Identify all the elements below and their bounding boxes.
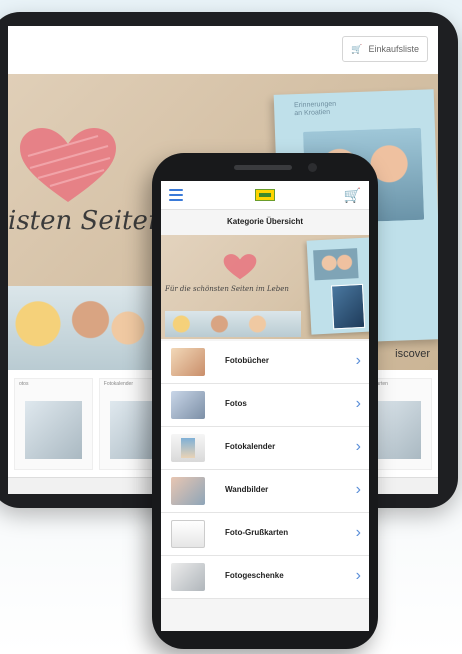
photos-thumbnail [171, 391, 205, 419]
photobook-thumbnail [171, 348, 205, 376]
chevron-right-icon: › [355, 481, 361, 498]
category-label: Fotokalender [225, 442, 276, 451]
phone-hero-banner[interactable]: Für die schönsten Seiten im Leben [161, 235, 369, 339]
category-label: Wandbilder [225, 485, 269, 494]
family-photos [165, 311, 301, 337]
chevron-right-icon: › [355, 567, 361, 584]
wall-art-thumbnail [171, 477, 205, 505]
photo-album-image [306, 237, 369, 335]
album-title: Erinnerungen an Kroatien [293, 100, 337, 118]
category-label: Foto-Grußkarten [225, 528, 289, 537]
category-list: Fotobücher › Fotos › Fotokalender › Wand… [161, 341, 369, 599]
phone-screen: 🛒 Kategorie Übersicht Für die schönsten … [161, 181, 369, 631]
category-item-wandbilder[interactable]: Wandbilder › [161, 470, 369, 513]
chevron-right-icon: › [355, 352, 361, 369]
discover-text: iscover [395, 348, 430, 360]
tablet-top-bar: 🛒 Einkaufsliste [8, 26, 438, 75]
banner-headline: Für die schönsten Seiten im Leben [165, 285, 289, 293]
photo-gift-thumbnail [171, 563, 205, 591]
category-item-foto-grusskarten[interactable]: Foto-Grußkarten › [161, 513, 369, 556]
cart-icon[interactable]: 🛒 [344, 187, 361, 203]
category-item-fotos[interactable]: Fotos › [161, 384, 369, 427]
phone-device: 🛒 Kategorie Übersicht Für die schönsten … [152, 153, 378, 649]
chevron-right-icon: › [355, 395, 361, 412]
tablet-product-card[interactable]: otos [14, 378, 93, 470]
tablet-cart-button[interactable]: 🛒 Einkaufsliste [342, 36, 428, 62]
greeting-card-thumbnail [171, 520, 205, 548]
chevron-right-icon: › [355, 524, 361, 541]
brand-logo[interactable] [255, 189, 275, 201]
category-item-fotobuecher[interactable]: Fotobücher › [161, 341, 369, 384]
heart-icon [223, 254, 257, 280]
category-label: Fotos [225, 399, 247, 408]
category-label: Fotogeschenke [225, 571, 284, 580]
calendar-thumbnail [171, 434, 205, 462]
page-title: Kategorie Übersicht [226, 217, 304, 226]
category-label: Fotobücher [225, 356, 269, 365]
tablet-cart-label: Einkaufsliste [368, 44, 419, 54]
family-photos [8, 286, 158, 370]
product-label: Fotokalender [103, 381, 133, 387]
hamburger-menu-icon[interactable] [169, 189, 183, 201]
category-item-fotokalender[interactable]: Fotokalender › [161, 427, 369, 470]
phone-speaker [234, 165, 292, 170]
app-header: 🛒 [161, 181, 369, 210]
category-item-fotogeschenke[interactable]: Fotogeschenke › [161, 556, 369, 599]
product-label: otos [19, 381, 29, 387]
cart-icon: 🛒 [351, 43, 363, 54]
heart-icon [20, 128, 116, 202]
chevron-right-icon: › [355, 438, 361, 455]
product-image [25, 401, 82, 459]
camera-icon [308, 163, 317, 172]
